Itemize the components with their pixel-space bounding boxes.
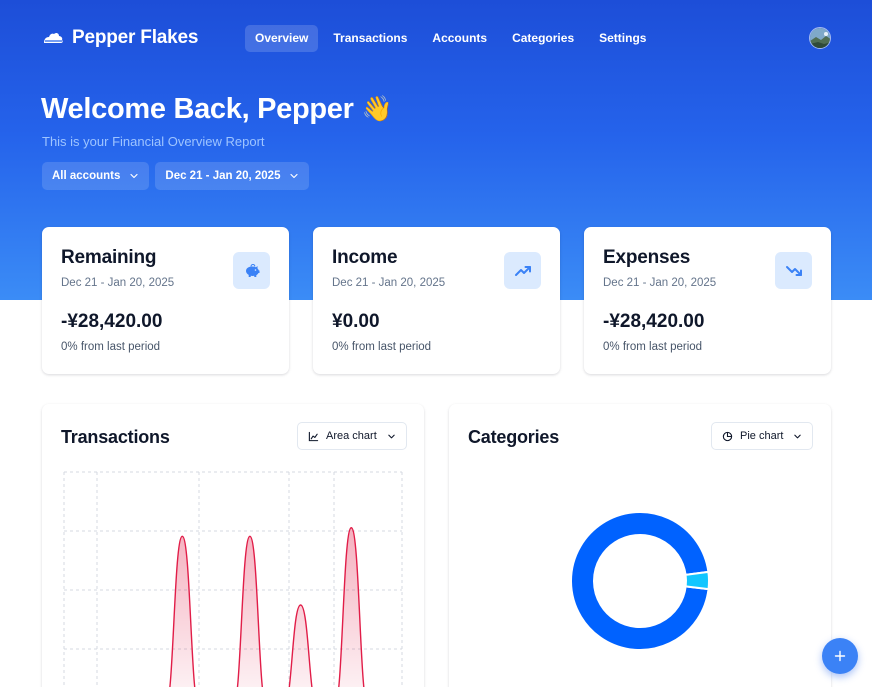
card-date: Dec 21 - Jan 20, 2025	[61, 277, 175, 289]
pie-chart-icon	[722, 431, 733, 441]
user-avatar[interactable]	[809, 27, 831, 49]
transactions-area-chart	[63, 471, 403, 687]
chevron-down-icon	[388, 434, 395, 438]
card-date: Dec 21 - Jan 20, 2025	[603, 277, 717, 289]
welcome-heading: Welcome Back, Pepper 👋	[41, 93, 393, 126]
card-title: Remaining	[61, 247, 157, 268]
nav-item-categories[interactable]: Categories	[502, 25, 584, 52]
expenses-area-fill	[169, 527, 364, 687]
income-card: Income Dec 21 - Jan 20, 2025 ¥0.00 0% fr…	[313, 227, 560, 374]
nav-item-settings[interactable]: Settings	[589, 25, 656, 52]
categories-donut-chart	[570, 511, 710, 651]
transactions-panel: Transactions Area chart	[42, 404, 424, 687]
trending-up-icon	[504, 252, 541, 289]
trending-down-icon	[775, 252, 812, 289]
chart-type-select[interactable]: Pie chart	[711, 422, 814, 450]
account-filter-select[interactable]: All accounts	[42, 162, 150, 190]
card-change: 0% from last period	[61, 341, 161, 353]
waving-hand-icon: 👋	[361, 95, 393, 123]
card-change: 0% from last period	[603, 341, 703, 353]
remaining-card: Remaining Dec 21 - Jan 20, 2025 -¥28,420…	[42, 227, 289, 374]
avatar-image	[810, 28, 830, 48]
date-range-value: Dec 21 - Jan 20, 2025	[165, 170, 281, 182]
nav-item-transactions[interactable]: Transactions	[323, 25, 417, 52]
panel-title: Categories	[468, 427, 560, 447]
nav-item-overview[interactable]: Overview	[245, 25, 319, 52]
account-filter-value: All accounts	[52, 170, 121, 182]
app-name: Pepper Flakes	[72, 27, 199, 48]
chevron-down-icon	[290, 173, 299, 179]
card-title: Income	[332, 247, 398, 268]
chart-type-select[interactable]: Area chart	[297, 422, 407, 450]
filter-bar: All accounts Dec 21 - Jan 20, 2025	[42, 162, 310, 190]
chevron-down-icon	[794, 434, 802, 438]
expenses-card: Expenses Dec 21 - Jan 20, 2025 -¥28,420.…	[584, 227, 831, 374]
add-transaction-button[interactable]	[822, 638, 858, 674]
card-value: -¥28,420.00	[61, 311, 163, 332]
app-logo[interactable]: Pepper Flakes	[42, 27, 198, 49]
card-date: Dec 21 - Jan 20, 2025	[332, 277, 446, 289]
area-chart-icon	[308, 431, 319, 441]
chart-type-value: Pie chart	[740, 430, 784, 442]
card-value: ¥0.00	[332, 311, 380, 332]
welcome-text: Welcome Back, Pepper	[41, 93, 354, 125]
cloud-icon	[44, 32, 63, 43]
card-value: -¥28,420.00	[603, 311, 705, 332]
piggy-bank-icon	[233, 252, 270, 289]
top-navigation-bar: Pepper Flakes Overview Transactions Acco…	[0, 0, 872, 76]
donut-slice	[684, 570, 710, 591]
main-nav: Overview Transactions Accounts Categorie…	[245, 25, 661, 52]
date-range-filter-select[interactable]: Dec 21 - Jan 20, 2025	[155, 162, 310, 190]
chart-type-value: Area chart	[326, 430, 377, 442]
panel-title: Transactions	[61, 427, 170, 447]
plus-icon	[834, 650, 846, 662]
card-title: Expenses	[603, 247, 691, 268]
categories-panel: Categories Pie chart	[449, 404, 831, 687]
card-change: 0% from last period	[332, 341, 432, 353]
page-subtitle: This is your Financial Overview Report	[42, 134, 265, 149]
nav-item-accounts[interactable]: Accounts	[422, 25, 497, 52]
chevron-down-icon	[130, 173, 138, 179]
